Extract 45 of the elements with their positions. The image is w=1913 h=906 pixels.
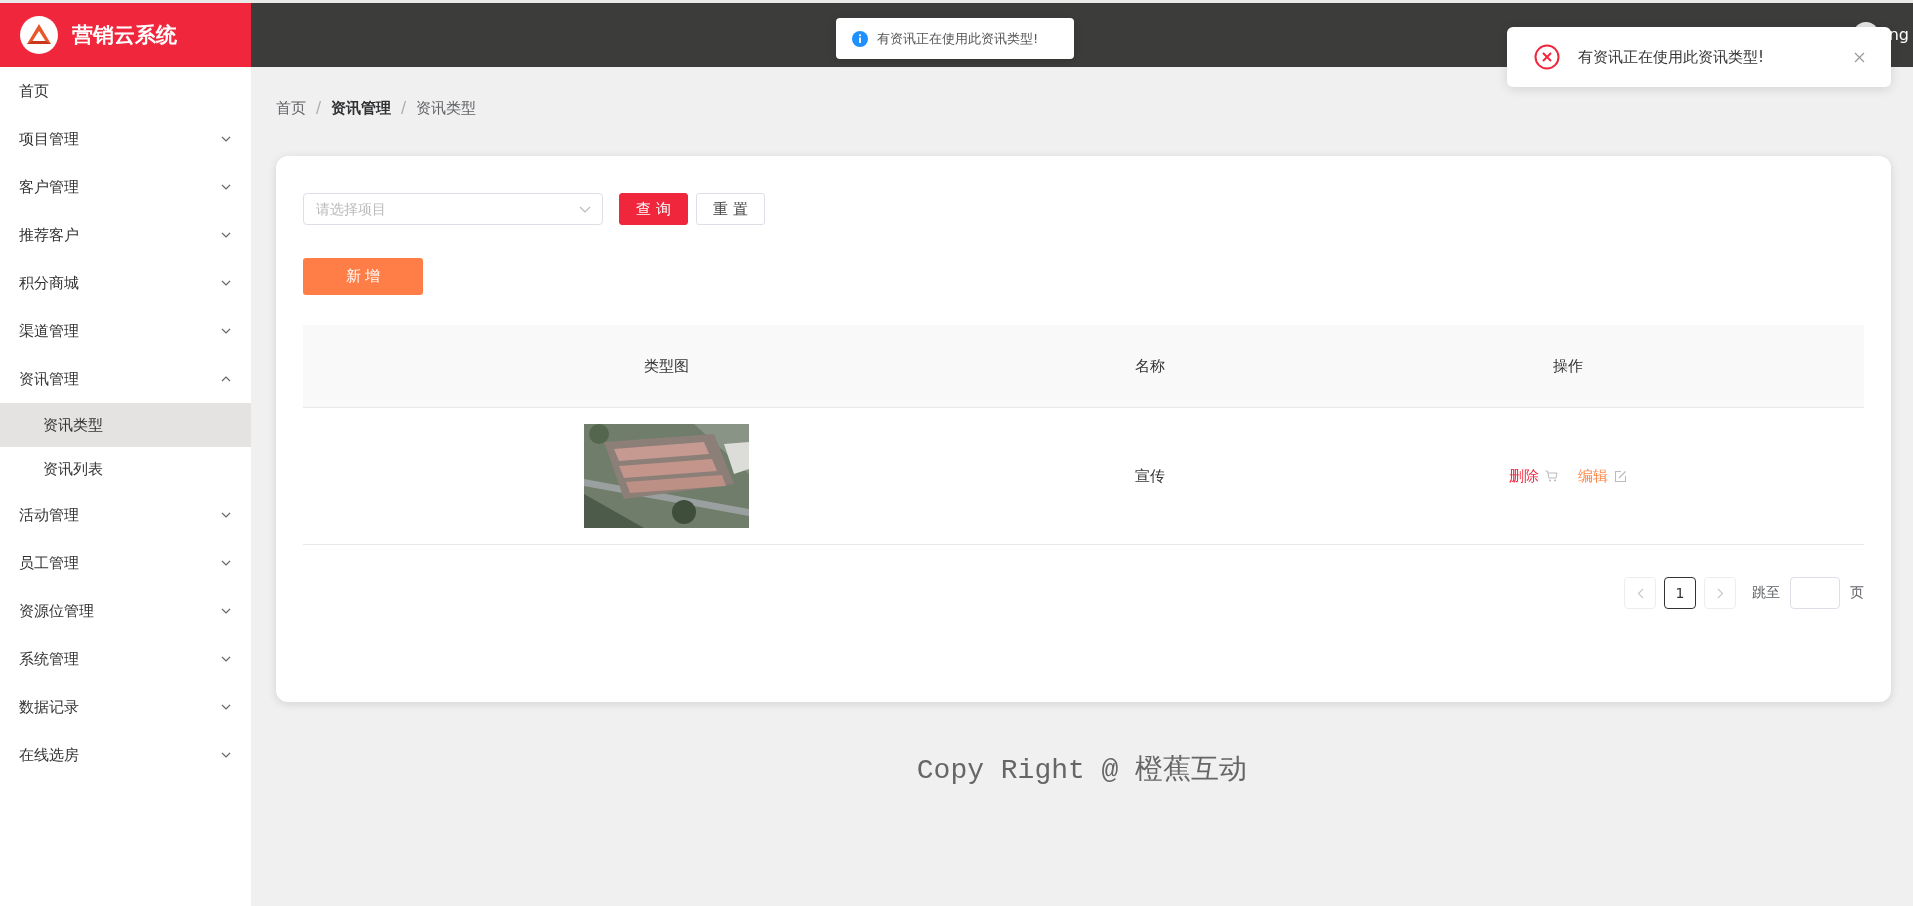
sidebar-item-label[interactable]: 数据记录	[19, 697, 79, 717]
chevron-left-icon	[1636, 587, 1644, 599]
toast-message: 有资讯正在使用此资讯类型!	[877, 29, 1039, 48]
breadcrumb-separator: /	[401, 99, 407, 117]
delete-link[interactable]: 删除	[1508, 466, 1539, 486]
chevron-down-icon	[579, 206, 591, 213]
notification-message: 有资讯正在使用此资讯类型!	[1578, 47, 1765, 67]
page-button[interactable]: 1	[1664, 577, 1696, 609]
sidebar-item-label[interactable]: 项目管理	[19, 129, 79, 149]
column-header: 名称	[1029, 325, 1271, 408]
error-icon	[1534, 44, 1560, 70]
submenu-item[interactable]: 资讯类型	[0, 403, 251, 447]
page-input[interactable]	[1790, 577, 1840, 609]
sidebar-item-label[interactable]: 渠道管理	[19, 321, 79, 341]
jump-label: 跳至	[1752, 584, 1780, 602]
sidebar-item-label[interactable]: 活动管理	[19, 505, 79, 525]
breadcrumb-link[interactable]: 首页	[276, 98, 306, 118]
info-icon	[852, 30, 868, 47]
copyright-text: Copy Right @ 橙蕉互动	[915, 754, 1249, 788]
submenu-item[interactable]: 资讯列表	[0, 447, 251, 491]
sidebar-item-label[interactable]: 员工管理	[19, 553, 79, 573]
sidebar-item-label[interactable]: 在线选房	[19, 745, 79, 765]
reset-button[interactable]: 重 置	[696, 193, 765, 225]
breadcrumb-current: 资讯类型	[416, 98, 477, 118]
page-suffix: 页	[1850, 584, 1864, 602]
breadcrumb-separator: /	[316, 99, 322, 117]
breadcrumb-link[interactable]: 资讯管理	[331, 98, 392, 118]
close-icon[interactable]	[1854, 51, 1865, 63]
app-title: 营销云系统	[72, 22, 177, 49]
sidebar-item-label[interactable]: 资讯管理	[19, 369, 79, 389]
column-header: 操作	[1271, 325, 1864, 408]
chevron-right-icon	[1716, 587, 1724, 599]
cart-icon	[1544, 470, 1558, 482]
edit-icon	[1613, 469, 1627, 483]
project-select[interactable]: 请选择项目	[303, 193, 603, 225]
sidebar-item-label[interactable]: 资源位管理	[19, 601, 94, 621]
sidebar-item-label[interactable]: 积分商城	[19, 273, 79, 293]
search-button[interactable]: 查 询	[619, 193, 688, 225]
column-header: 类型图	[303, 325, 1029, 408]
sidebar-item-label[interactable]: 推荐客户	[19, 225, 79, 245]
table-cell: 宣传	[1029, 407, 1271, 545]
sidebar-item[interactable]: 首页	[0, 67, 251, 115]
sidebar-item-label[interactable]: 客户管理	[19, 177, 79, 197]
sidebar-item-label[interactable]: 系统管理	[19, 649, 79, 669]
logo-icon	[20, 16, 58, 54]
